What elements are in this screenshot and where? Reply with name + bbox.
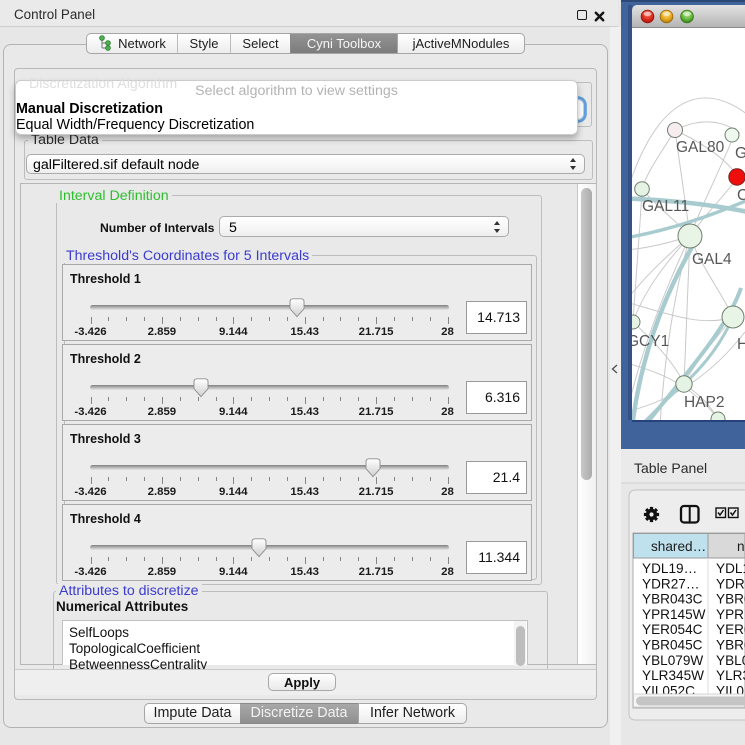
svg-text:YLR345W: YLR345W <box>642 668 704 683</box>
svg-text:YER054C: YER054C <box>642 622 703 637</box>
svg-text:GAL11: GAL11 <box>642 198 689 215</box>
svg-text:YBR0: YBR0 <box>716 592 745 607</box>
svg-text:C: C <box>737 187 745 204</box>
svg-text:YDL1: YDL1 <box>716 561 745 576</box>
svg-text:YBR045C: YBR045C <box>642 638 703 653</box>
svg-text:GAL80: GAL80 <box>676 139 725 156</box>
svg-text:YBR043C: YBR043C <box>642 592 703 607</box>
svg-text:YBL079W: YBL079W <box>642 653 703 668</box>
svg-text:GAL4: GAL4 <box>692 251 732 268</box>
svg-text:YDR2: YDR2 <box>716 576 745 591</box>
svg-text:YLR3: YLR3 <box>716 668 745 683</box>
svg-text:YDR27…: YDR27… <box>642 576 699 591</box>
svg-text:Table Panel: Table Panel <box>634 460 707 476</box>
svg-text:YPR1: YPR1 <box>716 607 745 622</box>
svg-text:na: na <box>737 539 745 554</box>
svg-text:HAP2: HAP2 <box>684 394 725 411</box>
svg-text:GCY1: GCY1 <box>627 333 669 350</box>
svg-text:H: H <box>737 336 745 353</box>
svg-text:G.: G. <box>735 145 745 162</box>
svg-text:shared…: shared… <box>651 539 706 554</box>
svg-text:YBL0: YBL0 <box>716 653 745 668</box>
svg-text:YER0: YER0 <box>716 622 745 637</box>
svg-text:YPR145W: YPR145W <box>642 607 706 622</box>
svg-text:YBR0: YBR0 <box>716 638 745 653</box>
svg-text:YDL19…: YDL19… <box>642 561 697 576</box>
